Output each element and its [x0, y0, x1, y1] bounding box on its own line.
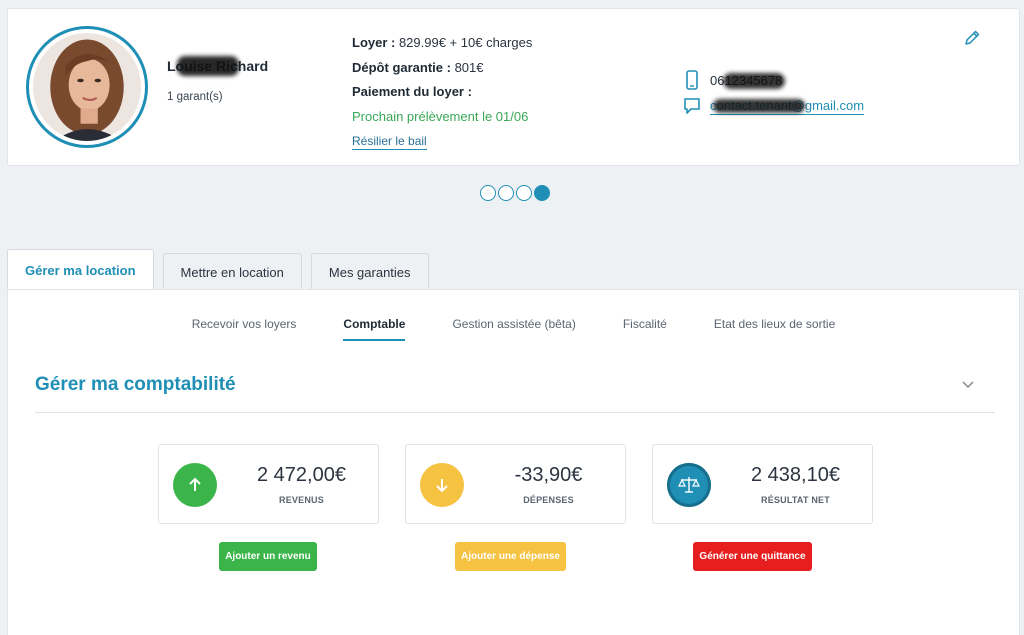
- contact-info: 0612345678 contact.tenant@gmail.com: [682, 67, 865, 119]
- tenant-card: Louise Richard 1 garant(s) Loyer : 829.9…: [7, 8, 1020, 166]
- rent-line: Loyer : 829.99€ + 10€ charges: [352, 35, 533, 50]
- tab-put-for-rent[interactable]: Mettre en location: [162, 253, 302, 290]
- add-expense-button[interactable]: Ajouter une dépense: [455, 542, 566, 571]
- revenue-label: REVENUS: [279, 495, 324, 505]
- revenue-card: 2 472,00€ REVENUS: [158, 444, 379, 524]
- email-link[interactable]: contact.tenant@gmail.com: [710, 98, 865, 115]
- pagination-dot[interactable]: [480, 185, 496, 201]
- chat-bubble-icon: [684, 98, 700, 114]
- revenue-value: 2 472,00€: [257, 464, 346, 486]
- revenue-badge: [173, 463, 217, 507]
- phone-row: 0612345678: [682, 67, 864, 93]
- expenses-card: -33,90€ DÉPENSES: [405, 444, 626, 524]
- next-debit: Prochain prélèvement le 01/06: [352, 108, 529, 124]
- deposit-line: Dépôt garantie : 801€: [352, 59, 484, 75]
- sub-navigation: Recevoir vos loyers Comptable Gestion as…: [8, 317, 1019, 341]
- carousel-pagination: [480, 185, 550, 201]
- add-revenue-button[interactable]: Ajouter un revenu: [219, 542, 317, 571]
- tenant-name: Louise Richard: [167, 56, 268, 76]
- email-row: contact.tenant@gmail.com: [682, 93, 865, 119]
- subnav-exit-inventory[interactable]: Etat des lieux de sortie: [714, 317, 835, 341]
- tab-manage-rental[interactable]: Gérer ma location: [7, 249, 154, 290]
- generate-receipt-button[interactable]: Générer une quittance: [693, 542, 812, 571]
- pagination-dot-active[interactable]: [534, 185, 550, 201]
- arrow-down-icon: [436, 479, 448, 493]
- avatar-portrait-icon: [33, 33, 141, 141]
- subnav-accounting[interactable]: Comptable: [343, 317, 406, 341]
- terminate-lease-link[interactable]: Résilier le bail: [352, 134, 427, 150]
- payment-line: Paiement du loyer :: [352, 84, 472, 99]
- subnav-taxation[interactable]: Fiscalité: [623, 317, 667, 341]
- phone-number[interactable]: 0612345678: [710, 72, 785, 89]
- chevron-down-icon[interactable]: [961, 380, 975, 390]
- section-title: Gérer ma comptabilité: [35, 374, 236, 395]
- avatar-photo: [33, 33, 141, 141]
- subnav-receive-rent[interactable]: Recevoir vos loyers: [192, 317, 297, 341]
- main-tabs: Gérer ma location Mettre en location Mes…: [7, 249, 429, 290]
- net-result-badge: [667, 463, 711, 507]
- privacy-mask: [713, 98, 805, 113]
- net-result-card: 2 438,10€ RÉSULTAT NET: [652, 444, 873, 524]
- section-divider: [35, 412, 995, 413]
- phone-icon: [686, 70, 698, 90]
- pagination-dot[interactable]: [498, 185, 514, 201]
- expenses-value: -33,90€: [514, 464, 583, 486]
- scale-icon: [678, 477, 700, 493]
- arrow-up-icon: [189, 477, 201, 491]
- tab-my-guarantees[interactable]: Mes garanties: [310, 253, 429, 290]
- lease-info: Loyer : 829.99€ + 10€ charges Dépôt gara…: [352, 31, 532, 154]
- privacy-mask: [177, 56, 239, 76]
- main-panel: Recevoir vos loyers Comptable Gestion as…: [7, 289, 1020, 635]
- pagination-dot[interactable]: [516, 185, 532, 201]
- pencil-edit-icon[interactable]: [963, 29, 981, 47]
- avatar: [26, 26, 148, 148]
- guarantor-count: 1 garant(s): [167, 91, 223, 103]
- net-result-label: RÉSULTAT NET: [761, 495, 830, 505]
- net-result-value: 2 438,10€: [751, 464, 840, 486]
- expenses-label: DÉPENSES: [523, 495, 574, 505]
- privacy-mask: [723, 72, 785, 89]
- expenses-badge: [420, 463, 464, 507]
- subnav-assisted-management[interactable]: Gestion assistée (bêta): [452, 317, 575, 341]
